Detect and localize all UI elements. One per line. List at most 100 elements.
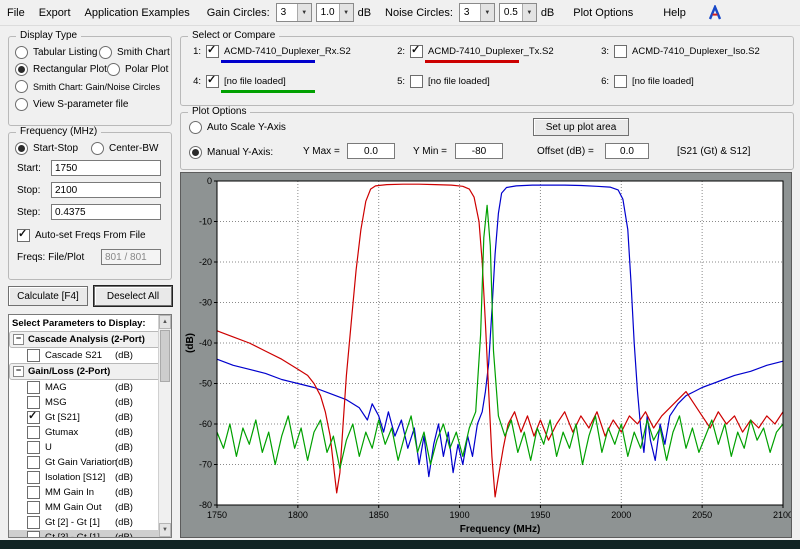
tree-collapse-icon[interactable]: − (13, 366, 24, 377)
offset-input[interactable] (605, 143, 649, 159)
radio-smith-gain-noise[interactable] (15, 80, 28, 93)
calculate-button[interactable]: Calculate [F4] (8, 286, 88, 306)
trace-color-bar-2 (425, 60, 519, 63)
radio-rectangular-plot[interactable] (15, 63, 28, 76)
param-label: MSG (45, 397, 67, 408)
compare-checkbox-5[interactable] (410, 75, 423, 88)
compare-checkbox-3[interactable] (614, 45, 627, 58)
x-tick-label: 1900 (450, 510, 470, 520)
plot-mode-label: [S21 (Gt) & S12] (677, 146, 751, 157)
x-tick-label: 2050 (692, 510, 712, 520)
param-checkbox[interactable] (27, 441, 40, 454)
plot-area: 1750 1800 1850 1900 1950 2000 2050 2100 0 -10 -20 -… (180, 172, 793, 538)
radio-center-bw[interactable] (91, 142, 104, 155)
y-tick-label: -40 (199, 338, 212, 348)
compare-slot-6: 6: [no file loaded] (597, 75, 694, 88)
param-unit: (dB) (115, 532, 133, 538)
menu-file[interactable]: File (0, 4, 32, 22)
start-input[interactable] (51, 160, 161, 176)
param-row-gt-gain-variation[interactable]: Gt Gain Variation (dB) (9, 455, 171, 470)
param-checkbox[interactable] (27, 501, 40, 514)
param-row-mm-gain-in[interactable]: MM Gain In (dB) (9, 485, 171, 500)
param-row-u[interactable]: U (dB) (9, 440, 171, 455)
radio-manual-y[interactable] (189, 146, 202, 159)
stop-input[interactable] (51, 182, 161, 198)
tree-collapse-icon[interactable]: − (13, 334, 24, 345)
scroll-down-icon[interactable]: ▼ (159, 523, 171, 537)
deselect-all-button[interactable]: Deselect All (93, 285, 173, 307)
compare-checkbox-6[interactable] (614, 75, 627, 88)
radio-polar-plot[interactable] (107, 63, 120, 76)
param-checkbox[interactable] (27, 516, 40, 529)
compare-checkbox-2[interactable] (410, 43, 423, 58)
param-label: U (45, 442, 52, 453)
ymax-input[interactable] (347, 143, 395, 159)
compare-checkbox-4[interactable] (206, 73, 219, 88)
autoset-freqs-checkbox[interactable] (17, 227, 30, 242)
scroll-up-icon[interactable]: ▲ (159, 315, 171, 329)
param-row-msg[interactable]: MSG (dB) (9, 395, 171, 410)
param-checkbox[interactable] (27, 409, 40, 424)
menu-bar: File Export Application Examples Gain Ci… (0, 0, 800, 26)
gain-circles-count-select[interactable]: 3 ▼ (275, 3, 312, 22)
param-row-gt-s21[interactable]: Gt [S21] (dB) (9, 409, 171, 425)
y-axis-label: (dB) (185, 333, 196, 353)
param-checkbox[interactable] (27, 349, 40, 362)
param-checkbox[interactable] (27, 456, 40, 469)
start-label: Start: (17, 163, 41, 174)
radio-auto-scale-y[interactable] (189, 121, 202, 134)
menu-plot-options[interactable]: Plot Options (566, 4, 640, 22)
param-checkbox[interactable] (27, 381, 40, 394)
y-tick-label: 0 (207, 176, 212, 186)
param-label: Gtumax (45, 427, 79, 438)
chevron-down-icon: ▼ (338, 4, 353, 21)
step-input[interactable] (51, 204, 161, 220)
setup-plot-area-button[interactable]: Set up plot area (533, 118, 629, 136)
param-group-cascade[interactable]: − Cascade Analysis (2-Port) (9, 331, 171, 348)
radio-tabular-listing[interactable] (15, 46, 28, 59)
compare-filename-3: ACMD-7410_Duplexer_Iso.S2 (632, 46, 760, 57)
param-group-gainloss[interactable]: − Gain/Loss (2-Port) (9, 363, 171, 380)
frequency-group: Frequency (MHz) Start-Stop Center-BW Sta… (8, 126, 172, 280)
manual-y-label: Manual Y-Axis: (207, 147, 274, 158)
param-checkbox[interactable] (27, 531, 40, 537)
param-row-mm-gain-out[interactable]: MM Gain Out (dB) (9, 500, 171, 515)
menu-export[interactable]: Export (32, 4, 78, 22)
noise-circles-step-select[interactable]: 0.5 ▼ (498, 3, 537, 22)
radio-smith-chart[interactable] (99, 46, 112, 59)
param-unit: (dB) (115, 427, 133, 438)
params-scrollbar[interactable]: ▲ ▼ (158, 315, 171, 537)
param-checkbox[interactable] (27, 471, 40, 484)
menu-application-examples[interactable]: Application Examples (78, 4, 197, 22)
param-checkbox[interactable] (27, 486, 40, 499)
compare-checkbox-1[interactable] (206, 43, 219, 58)
compare-slot-2: 2: ACMD-7410_Duplexer_Tx.S2 (393, 43, 554, 63)
menu-help[interactable]: Help (656, 4, 693, 22)
ymin-input[interactable] (455, 143, 503, 159)
noise-circles-count-select[interactable]: 3 ▼ (458, 3, 495, 22)
polar-plot-label: Polar Plot (125, 64, 169, 75)
y-tick-label: -50 (199, 379, 212, 389)
param-checkbox[interactable] (27, 426, 40, 439)
y-tick-label: -30 (199, 298, 212, 308)
app-logo-icon (707, 4, 723, 21)
radio-view-sparam-file[interactable] (15, 98, 28, 111)
y-tick-label: -60 (199, 419, 212, 429)
param-row-isolation-s12[interactable]: Isolation [S12] (dB) (9, 470, 171, 485)
param-row-gt3-gt1[interactable]: Gt [3] - Gt [1] (dB) (9, 530, 171, 538)
param-label: MAG (45, 382, 67, 393)
compare-slot-number: 3: (601, 46, 609, 57)
param-row-gtumax[interactable]: Gtumax (dB) (9, 425, 171, 440)
smith-chart-label: Smith Chart (117, 47, 170, 58)
scroll-thumb[interactable] (160, 330, 170, 382)
gain-circles-step-select[interactable]: 1.0 ▼ (315, 3, 354, 22)
radio-start-stop[interactable] (15, 142, 28, 155)
param-row-gt2-gt1[interactable]: Gt [2] - Gt [1] (dB) (9, 515, 171, 530)
param-unit: (dB) (115, 472, 133, 483)
rectangular-plot-label: Rectangular Plot (33, 64, 107, 75)
param-row-mag[interactable]: MAG (dB) (9, 380, 171, 395)
view-sparam-file-label: View S-parameter file (33, 99, 129, 110)
ymax-label: Y Max = (303, 146, 340, 157)
param-row-cascade-s21[interactable]: Cascade S21 (dB) (9, 348, 171, 363)
param-checkbox[interactable] (27, 396, 40, 409)
